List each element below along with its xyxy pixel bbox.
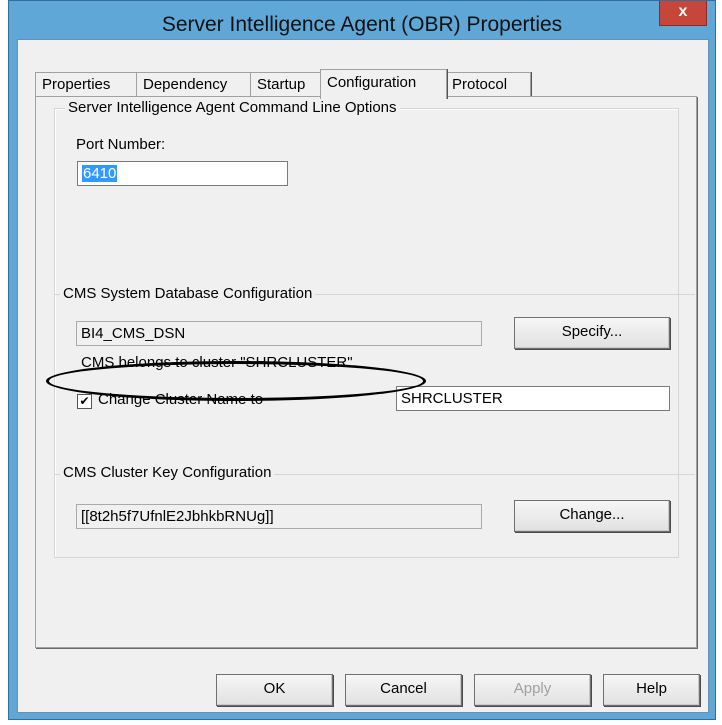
- cancel-button-label: Cancel: [380, 680, 427, 697]
- cluster-name-value: SHRCLUSTER: [401, 390, 503, 407]
- cms-dsn-field[interactable]: BI4_CMS_DSN: [76, 321, 482, 346]
- title-bar[interactable]: Server Intelligence Agent (OBR) Properti…: [9, 1, 715, 39]
- ok-button[interactable]: OK: [216, 674, 333, 706]
- tab-startup[interactable]: Startup: [250, 72, 327, 97]
- ok-button-label: OK: [263, 680, 286, 697]
- port-number-label: Port Number:: [76, 136, 166, 153]
- cluster-key-field[interactable]: [[8t2h5f7UfnlE2JbhkbRNUg]]: [76, 504, 482, 529]
- dialog-client-area: Properties Dependency Startup Configurat…: [17, 39, 709, 713]
- specify-button-label: Specify...: [561, 323, 623, 340]
- dialog-window: Server Intelligence Agent (OBR) Properti…: [8, 0, 716, 720]
- cluster-key-value: [[8t2h5f7UfnlE2JbhkbRNUg]]: [81, 508, 274, 525]
- window-title: Server Intelligence Agent (OBR) Properti…: [161, 13, 563, 36]
- cms-dsn-value: BI4_CMS_DSN: [81, 325, 186, 342]
- tab-dependency[interactable]: Dependency: [136, 72, 251, 97]
- cluster-name-input[interactable]: SHRCLUSTER: [396, 386, 670, 411]
- cluster-key-group-label: CMS Cluster Key Configuration: [60, 464, 275, 481]
- sia-group-label: Server Intelligence Agent Command Line O…: [65, 99, 400, 116]
- highlight-ellipse: [46, 361, 426, 401]
- cms-db-group-label: CMS System Database Configuration: [60, 285, 316, 302]
- cancel-button[interactable]: Cancel: [345, 674, 462, 706]
- tab-properties[interactable]: Properties: [35, 72, 137, 97]
- change-key-button-label: Change...: [559, 506, 625, 523]
- tab-protocol[interactable]: Protocol: [445, 72, 531, 97]
- tab-configuration[interactable]: Configuration: [320, 69, 447, 99]
- port-number-value: 6410: [82, 165, 118, 182]
- apply-button-label: Apply: [513, 680, 552, 697]
- close-button[interactable]: x: [659, 1, 707, 26]
- specify-button[interactable]: Specify...: [514, 317, 670, 349]
- change-cluster-checkbox[interactable]: ✔: [77, 394, 92, 409]
- help-button-label: Help: [636, 680, 667, 697]
- help-button[interactable]: Help: [603, 674, 700, 706]
- apply-button[interactable]: Apply: [474, 674, 591, 706]
- port-number-input[interactable]: 6410: [77, 161, 288, 186]
- change-key-button[interactable]: Change...: [514, 500, 670, 532]
- close-icon: x: [678, 3, 688, 20]
